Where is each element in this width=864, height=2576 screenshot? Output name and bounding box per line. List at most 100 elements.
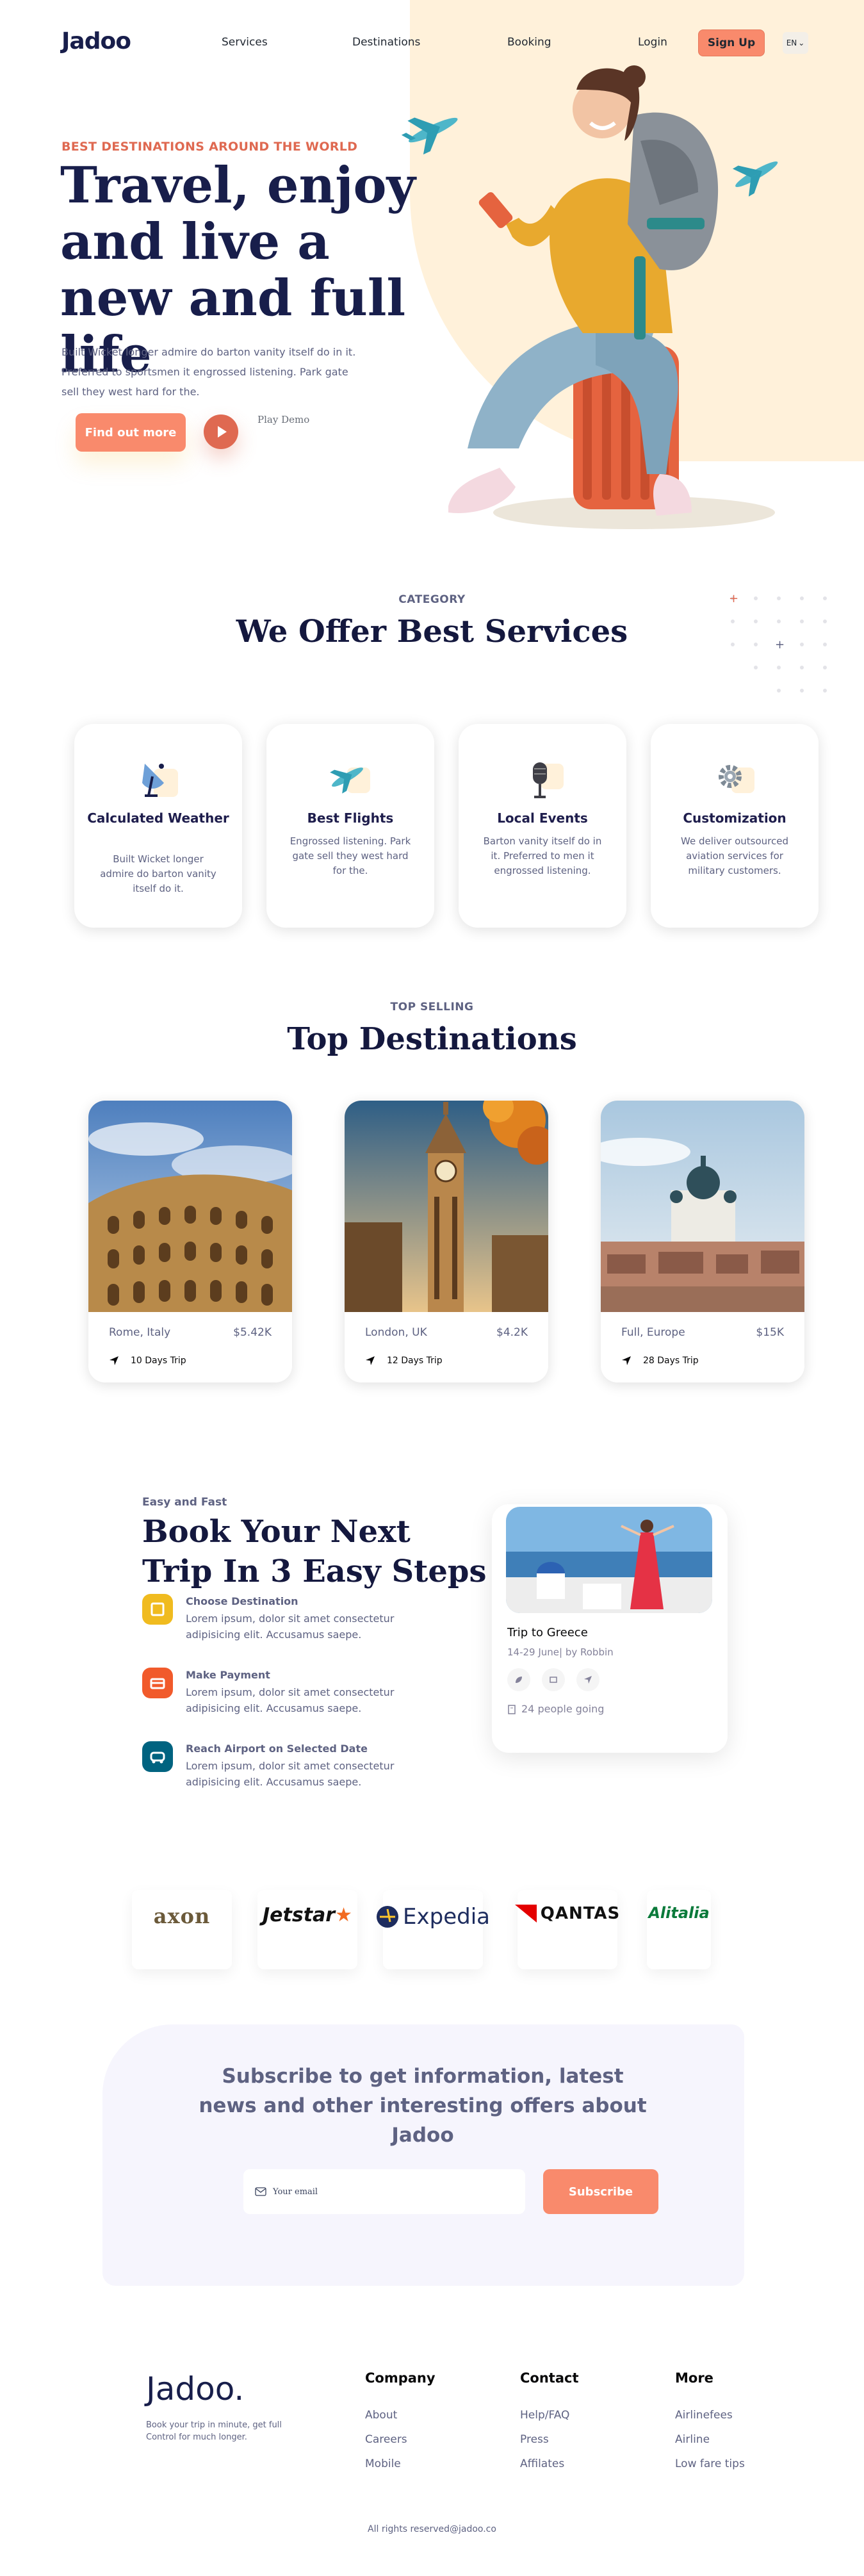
send-icon[interactable] [576,1668,599,1691]
subscribe-button[interactable]: Subscribe [543,2169,658,2214]
navigation-arrow-icon [366,1356,375,1365]
site-logo[interactable]: Jadoo [61,28,131,54]
service-card-events[interactable]: Local Events Barton vanity itself do in … [459,724,626,928]
footer-link-careers[interactable]: Careers [365,2433,407,2446]
trip-card[interactable]: Trip to Greece 14-29 June| by Robbin 24 … [492,1504,728,1753]
trip-card-going: 24 people going [507,1703,604,1715]
service-description: We deliver outsourced aviation services … [681,835,788,876]
trip-card-title: Trip to Greece [507,1626,588,1639]
hero-description: Built Wicket longer admire do barton van… [61,346,356,398]
map-icon[interactable] [542,1668,565,1691]
step-payment-icon [142,1668,173,1698]
globe-icon [377,1906,399,1928]
step-title: Make Payment [186,1669,270,1681]
service-description: Engrossed listening. Park gate sell they… [289,835,411,876]
find-out-more-button[interactable]: Find out more [76,413,186,452]
building-icon [508,1704,516,1714]
nav-link-booking[interactable]: Booking [507,36,551,49]
signup-button[interactable]: Sign Up [698,29,765,56]
star-icon: ★ [335,1904,352,1926]
nav-link-services[interactable]: Services [222,36,268,49]
airplane-left-icon [401,117,458,155]
hero-tagline: BEST DESTINATIONS AROUND THE WORLD [61,140,358,154]
destination-price: $4.2K [496,1326,528,1339]
footer-link-about[interactable]: About [365,2409,397,2422]
gear-icon [719,765,754,793]
subscribe-text: Subscribe to get information, latest new… [199,2065,647,2147]
nav-link-login[interactable]: Login [638,36,667,49]
nav-link-destinations[interactable]: Destinations [352,36,420,49]
step-airport-icon [142,1741,173,1772]
footer-link-low-fare-tips[interactable]: Low fare tips [675,2457,745,2470]
trip-card-meta: 14-29 June| by Robbin [507,1646,614,1658]
axon-logo-text: axon [153,1904,211,1928]
service-title: Customization [683,810,787,826]
service-title: Calculated Weather [87,810,229,826]
qantas-logo-text: QANTAS [540,1904,621,1923]
destination-trip: 28 Days Trip [621,1356,699,1366]
airplane-icon [330,767,370,794]
email-placeholder: Your email [273,2186,318,2197]
leaf-icon[interactable] [507,1668,530,1691]
destinations-title: Top Destinations [287,1021,577,1057]
destination-card-europe[interactable]: Full, Europe $15K 28 Days Trip [601,1101,804,1382]
destination-trip: 10 Days Trip [109,1356,186,1366]
greece-trip-image [506,1507,712,1613]
svg-text:+: + [775,638,785,652]
destination-place: London, UK [365,1326,427,1339]
play-demo-label: Play Demo [257,414,310,425]
destination-info-row: Rome, Italy $5.42K [109,1326,272,1339]
destination-card-london[interactable]: London, UK $4.2K 12 Days Trip [345,1101,548,1382]
service-card-customization[interactable]: Customization We deliver outsourced avia… [651,724,819,928]
trip-length: 12 Days Trip [387,1356,443,1366]
footer-link-airlinefees[interactable]: Airlinefees [675,2409,733,2422]
partner-logo-qantas[interactable]: QANTAS [514,1890,619,1969]
kangaroo-icon [514,1905,537,1923]
partner-logo-axon[interactable]: axon [132,1890,232,1969]
chevron-down-icon: ⌄ [798,38,805,47]
destination-price: $15K [756,1326,784,1339]
destination-trip: 12 Days Trip [365,1356,443,1366]
partner-logo-alitalia[interactable]: Alitalia [647,1890,711,1969]
copyright: All rights reserved@jadoo.co [368,2524,496,2534]
step-description: Lorem ipsum, dolor sit amet consectetur … [186,1760,395,1788]
destination-info-row: London, UK $4.2K [365,1326,528,1339]
footer-link-airline[interactable]: Airline [675,2433,710,2446]
step-description: Lorem ipsum, dolor sit amet consectetur … [186,1612,395,1641]
destination-price: $5.42K [233,1326,272,1339]
people-going: 24 people going [521,1703,605,1715]
footer-heading-company: Company [365,2370,436,2386]
expedia-logo-text: Expedia [403,1904,490,1930]
footer-link-help[interactable]: Help/FAQ [520,2409,569,2422]
partner-logo-expedia[interactable]: Expedia [377,1890,490,1969]
footer-link-affiliates[interactable]: Affilates [520,2457,564,2470]
play-demo-button[interactable] [204,414,238,449]
service-card-weather[interactable]: Calculated Weather Built Wicket longer a… [74,724,242,928]
microphone-icon [533,762,564,798]
trip-card-actions [507,1668,599,1691]
destination-place: Full, Europe [621,1326,685,1339]
service-title: Local Events [497,810,588,826]
rome-colosseum-image [88,1101,292,1312]
service-card-flights[interactable]: Best Flights Engrossed listening. Park g… [266,724,434,928]
hero-traveler-illustration [401,65,778,529]
partner-logo-jetstar[interactable]: Jetstar ★ [257,1890,357,1969]
navigation-arrow-icon [110,1356,118,1365]
europe-city-image [601,1101,804,1312]
decor-dot-grid: + + [729,592,827,693]
footer-logo[interactable]: Jadoo. [146,2370,244,2408]
step-title: Choose Destination [186,1595,298,1607]
airplane-right-icon [732,161,778,197]
alitalia-logo-text: Alitalia [648,1904,710,1922]
footer-heading-more: More [675,2370,713,2386]
footer-link-press[interactable]: Press [520,2433,549,2446]
trip-length: 28 Days Trip [643,1356,699,1366]
satellite-dish-icon [142,764,178,797]
step-destination-icon [142,1594,173,1625]
footer-link-mobile[interactable]: Mobile [365,2457,401,2470]
email-input[interactable]: Your email [243,2169,525,2214]
language-select[interactable]: EN ⌄ [783,32,808,54]
service-title: Best Flights [307,810,394,826]
destination-card-rome[interactable]: Rome, Italy $5.42K 10 Days Trip [88,1101,292,1382]
mail-icon [255,2187,266,2196]
